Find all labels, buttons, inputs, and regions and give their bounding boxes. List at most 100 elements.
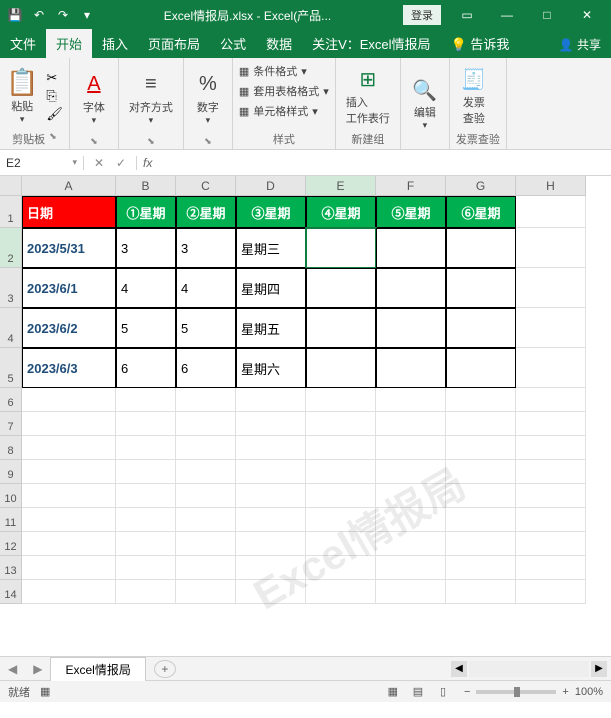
cell-E4[interactable] xyxy=(306,308,376,348)
confirm-formula-icon[interactable]: ✓ xyxy=(110,156,132,170)
row-header-5[interactable]: 5 xyxy=(0,348,22,388)
cell-A10[interactable] xyxy=(22,484,116,508)
invoice-button[interactable]: 🧾发票 查验 xyxy=(456,64,492,128)
cell-D3[interactable]: 星期四 xyxy=(236,268,306,308)
col-header-H[interactable]: H xyxy=(516,176,586,196)
cell-C10[interactable] xyxy=(176,484,236,508)
cell-A9[interactable] xyxy=(22,460,116,484)
cell-A7[interactable] xyxy=(22,412,116,436)
cell-F1[interactable]: ⑤星期 xyxy=(376,196,446,228)
fx-icon[interactable]: fx xyxy=(136,156,158,170)
cell-G7[interactable] xyxy=(446,412,516,436)
cell-H12[interactable] xyxy=(516,532,586,556)
cell-D1[interactable]: ③星期 xyxy=(236,196,306,228)
tab-insert[interactable]: 插入 xyxy=(92,29,138,58)
row-header-3[interactable]: 3 xyxy=(0,268,22,308)
col-header-F[interactable]: F xyxy=(376,176,446,196)
cell-F4[interactable] xyxy=(376,308,446,348)
cell-B8[interactable] xyxy=(116,436,176,460)
cell-G2[interactable] xyxy=(446,228,516,268)
cell-F7[interactable] xyxy=(376,412,446,436)
zoom-level[interactable]: 100% xyxy=(575,686,603,698)
select-all-corner[interactable] xyxy=(0,176,22,196)
row-header-14[interactable]: 14 xyxy=(0,580,22,604)
cell-C11[interactable] xyxy=(176,508,236,532)
minimize-icon[interactable]: — xyxy=(487,0,527,30)
cell-G3[interactable] xyxy=(446,268,516,308)
undo-icon[interactable]: ↶ xyxy=(28,4,50,26)
scroll-track[interactable] xyxy=(469,661,589,677)
cell-D5[interactable]: 星期六 xyxy=(236,348,306,388)
cell-C7[interactable] xyxy=(176,412,236,436)
col-header-C[interactable]: C xyxy=(176,176,236,196)
cell-A11[interactable] xyxy=(22,508,116,532)
cell-D6[interactable] xyxy=(236,388,306,412)
row-header-1[interactable]: 1 xyxy=(0,196,22,228)
cell-G5[interactable] xyxy=(446,348,516,388)
cell-A3[interactable]: 2023/6/1 xyxy=(22,268,116,308)
edit-button[interactable]: 🔍编辑▾ xyxy=(407,74,443,133)
cell-B4[interactable]: 5 xyxy=(116,308,176,348)
cell-F2[interactable] xyxy=(376,228,446,268)
cell-H5[interactable] xyxy=(516,348,586,388)
cell-C6[interactable] xyxy=(176,388,236,412)
cell-D11[interactable] xyxy=(236,508,306,532)
cell-E14[interactable] xyxy=(306,580,376,604)
tab-home[interactable]: 开始 xyxy=(46,29,92,58)
cell-C1[interactable]: ②星期 xyxy=(176,196,236,228)
cell-A6[interactable] xyxy=(22,388,116,412)
cell-D8[interactable] xyxy=(236,436,306,460)
cell-D2[interactable]: 星期三 xyxy=(236,228,306,268)
cell-D10[interactable] xyxy=(236,484,306,508)
cell-E9[interactable] xyxy=(306,460,376,484)
tab-data[interactable]: 数据 xyxy=(256,29,302,58)
cell-E12[interactable] xyxy=(306,532,376,556)
cell-G8[interactable] xyxy=(446,436,516,460)
cell-H13[interactable] xyxy=(516,556,586,580)
font-launcher-icon[interactable]: ⬊ xyxy=(90,136,98,147)
cell-H9[interactable] xyxy=(516,460,586,484)
sheet-tab[interactable]: Excel情报局 xyxy=(50,657,145,681)
tab-formula[interactable]: 公式 xyxy=(210,29,256,58)
row-header-13[interactable]: 13 xyxy=(0,556,22,580)
cell-H14[interactable] xyxy=(516,580,586,604)
cell-A8[interactable] xyxy=(22,436,116,460)
cell-G13[interactable] xyxy=(446,556,516,580)
name-box[interactable]: E2▾ xyxy=(0,156,84,170)
cell-A2[interactable]: 2023/5/31 xyxy=(22,228,116,268)
ribbon-options-icon[interactable]: ▭ xyxy=(447,0,487,30)
cell-H7[interactable] xyxy=(516,412,586,436)
qat-dropdown-icon[interactable]: ▾ xyxy=(76,4,98,26)
maximize-icon[interactable]: □ xyxy=(527,0,567,30)
cell-G14[interactable] xyxy=(446,580,516,604)
cancel-formula-icon[interactable]: ✕ xyxy=(88,156,110,170)
cell-B13[interactable] xyxy=(116,556,176,580)
row-header-11[interactable]: 11 xyxy=(0,508,22,532)
cell-E2[interactable] xyxy=(306,228,376,268)
col-header-A[interactable]: A xyxy=(22,176,116,196)
cell-H3[interactable] xyxy=(516,268,586,308)
cell-H2[interactable] xyxy=(516,228,586,268)
zoom-out-icon[interactable]: − xyxy=(464,686,470,698)
cell-G1[interactable]: ⑥星期 xyxy=(446,196,516,228)
col-header-E[interactable]: E xyxy=(306,176,376,196)
cell-E1[interactable]: ④星期 xyxy=(306,196,376,228)
macro-record-icon[interactable]: ▦ xyxy=(40,685,50,698)
cell-B12[interactable] xyxy=(116,532,176,556)
cell-G11[interactable] xyxy=(446,508,516,532)
conditional-format-button[interactable]: ▦条件格式 ▾ xyxy=(239,62,307,80)
page-break-icon[interactable]: ▯ xyxy=(432,685,454,698)
cut-icon[interactable]: ✂ xyxy=(46,70,63,86)
cell-H8[interactable] xyxy=(516,436,586,460)
cell-B3[interactable]: 4 xyxy=(116,268,176,308)
cell-E10[interactable] xyxy=(306,484,376,508)
cell-B9[interactable] xyxy=(116,460,176,484)
cell-G12[interactable] xyxy=(446,532,516,556)
tab-file[interactable]: 文件 xyxy=(0,29,46,58)
cell-B7[interactable] xyxy=(116,412,176,436)
cell-D13[interactable] xyxy=(236,556,306,580)
cell-B1[interactable]: ①星期 xyxy=(116,196,176,228)
cell-C5[interactable]: 6 xyxy=(176,348,236,388)
cell-B2[interactable]: 3 xyxy=(116,228,176,268)
number-launcher-icon[interactable]: ⬊ xyxy=(204,136,212,147)
